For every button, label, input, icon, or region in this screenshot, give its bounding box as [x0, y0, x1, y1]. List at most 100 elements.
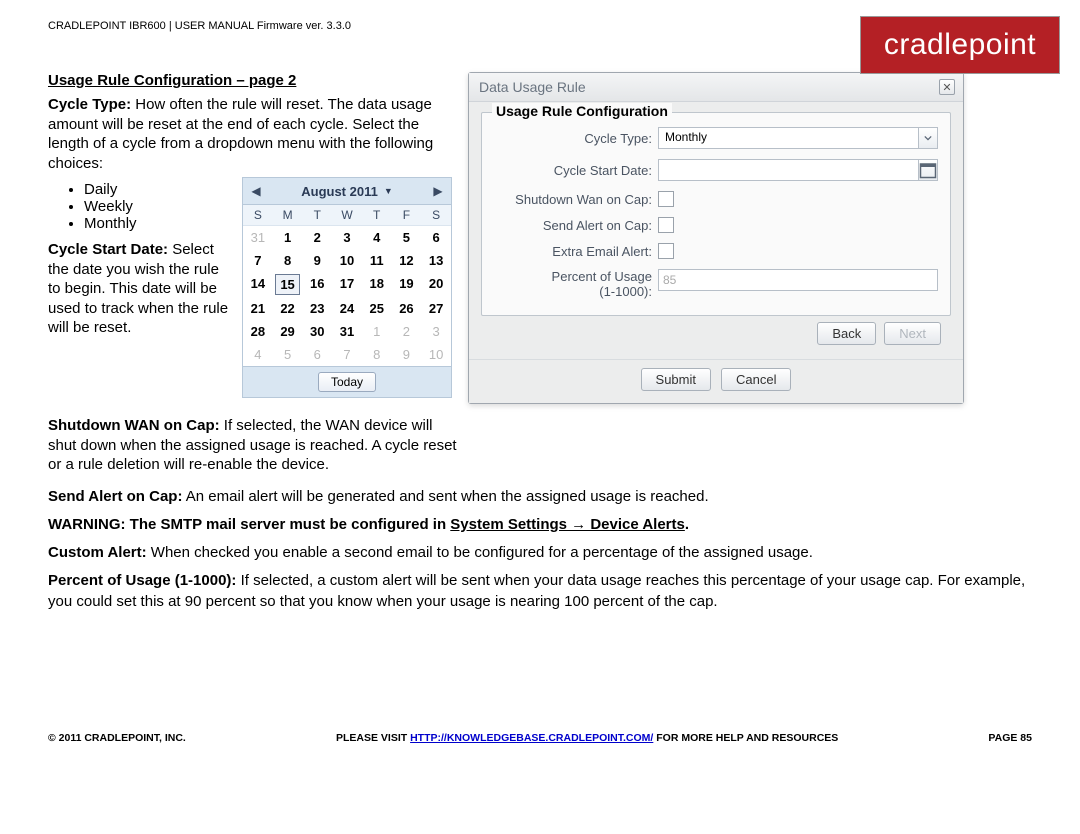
calendar-day[interactable]: 27: [421, 297, 451, 320]
calendar-day[interactable]: 22: [273, 297, 303, 320]
shutdown-field-label: Shutdown Wan on Cap:: [494, 192, 658, 207]
calendar-day[interactable]: 15: [273, 272, 303, 297]
calendar: ◀ August 2011 ▼ ▶ SMTWTFS311234567891011…: [242, 177, 452, 398]
cycle-start-date-input[interactable]: [658, 159, 938, 181]
calendar-day[interactable]: 30: [302, 320, 332, 343]
custom-alert-para: Custom Alert: When checked you enable a …: [48, 543, 1032, 563]
calendar-day[interactable]: 8: [273, 249, 303, 272]
calendar-day[interactable]: 11: [362, 249, 392, 272]
extra-email-checkbox[interactable]: [658, 243, 674, 259]
calendar-day[interactable]: 28: [243, 320, 273, 343]
warning-para: WARNING: The SMTP mail server must be co…: [48, 515, 1032, 535]
fieldset-legend: Usage Rule Configuration: [492, 103, 672, 119]
device-alerts-link[interactable]: System Settings → Device Alerts: [450, 516, 685, 533]
back-button[interactable]: Back: [817, 322, 876, 345]
next-month-icon[interactable]: ▶: [429, 184, 447, 198]
footer-left: © 2011 CRADLEPOINT, INC.: [48, 732, 186, 744]
kb-link[interactable]: HTTP://KNOWLEDGEBASE.CRADLEPOINT.COM/: [410, 732, 653, 744]
calendar-day[interactable]: 8: [362, 343, 392, 366]
calendar-day[interactable]: 9: [392, 343, 422, 366]
calendar-day[interactable]: 2: [392, 320, 422, 343]
calendar-day[interactable]: 1: [362, 320, 392, 343]
calendar-day[interactable]: 29: [273, 320, 303, 343]
cycle-type-select[interactable]: Monthly: [658, 127, 938, 149]
calendar-day[interactable]: 6: [302, 343, 332, 366]
calendar-dow: M: [273, 205, 303, 226]
calendar-day[interactable]: 23: [302, 297, 332, 320]
close-icon[interactable]: ✕: [939, 79, 955, 95]
calendar-day[interactable]: 3: [421, 320, 451, 343]
cycle-start-field-label: Cycle Start Date:: [494, 163, 658, 178]
cycle-type-label: Cycle Type:: [48, 96, 131, 113]
calendar-day[interactable]: 14: [243, 272, 273, 297]
calendar-day[interactable]: 31: [243, 226, 273, 249]
next-button[interactable]: Next: [884, 322, 941, 345]
bullet-weekly: Weekly: [84, 198, 234, 215]
calendar-dow: S: [421, 205, 451, 226]
dialog-titlebar: Data Usage Rule ✕: [469, 73, 963, 102]
send-alert-field-label: Send Alert on Cap:: [494, 218, 658, 233]
cycle-type-value: Monthly: [658, 127, 918, 149]
calendar-day[interactable]: 4: [243, 343, 273, 366]
warning-suffix: .: [685, 516, 689, 533]
calendar-day[interactable]: 9: [302, 249, 332, 272]
extra-email-field-label: Extra Email Alert:: [494, 244, 658, 259]
calendar-day[interactable]: 25: [362, 297, 392, 320]
pou-para: Percent of Usage (1-1000): If selected, …: [48, 571, 1032, 612]
calendar-day[interactable]: 10: [421, 343, 451, 366]
prev-month-icon[interactable]: ◀: [247, 184, 265, 198]
calendar-dow: T: [302, 205, 332, 226]
calendar-day[interactable]: 10: [332, 249, 362, 272]
shutdown-checkbox[interactable]: [658, 191, 674, 207]
calendar-day[interactable]: 19: [392, 272, 422, 297]
calendar-day[interactable]: 16: [302, 272, 332, 297]
usage-rule-fieldset: Usage Rule Configuration Cycle Type: Mon…: [481, 112, 951, 316]
calendar-day[interactable]: 2: [302, 226, 332, 249]
calendar-day[interactable]: 13: [421, 249, 451, 272]
custom-alert-label: Custom Alert:: [48, 544, 147, 561]
usage-rule-dialog: Data Usage Rule ✕ Usage Rule Configurati…: [468, 72, 964, 404]
calendar-dow: T: [362, 205, 392, 226]
calendar-icon[interactable]: [918, 159, 938, 181]
send-alert-label: Send Alert on Cap:: [48, 488, 182, 505]
section-title: Usage Rule Configuration – page 2: [48, 72, 458, 89]
calendar-day[interactable]: 7: [243, 249, 273, 272]
calendar-day[interactable]: 24: [332, 297, 362, 320]
cycle-bullets: Daily Weekly Monthly: [84, 181, 234, 232]
submit-button[interactable]: Submit: [641, 368, 711, 391]
send-alert-text: An email alert will be generated and sen…: [182, 488, 708, 505]
dialog-title: Data Usage Rule: [479, 79, 586, 95]
calendar-day[interactable]: 17: [332, 272, 362, 297]
calendar-day[interactable]: 5: [392, 226, 422, 249]
calendar-day[interactable]: 18: [362, 272, 392, 297]
custom-alert-text: When checked you enable a second email t…: [147, 544, 813, 561]
calendar-day[interactable]: 4: [362, 226, 392, 249]
shutdown-para: Shutdown WAN on Cap: If selected, the WA…: [48, 416, 458, 475]
send-alert-para: Send Alert on Cap: An email alert will b…: [48, 487, 1032, 507]
cycle-start-label: Cycle Start Date:: [48, 241, 168, 258]
calendar-title[interactable]: August 2011: [301, 184, 378, 199]
calendar-day[interactable]: 31: [332, 320, 362, 343]
calendar-day[interactable]: 20: [421, 272, 451, 297]
calendar-day[interactable]: 5: [273, 343, 303, 366]
cycle-type-field-label: Cycle Type:: [494, 131, 658, 146]
calendar-day[interactable]: 26: [392, 297, 422, 320]
bullet-monthly: Monthly: [84, 215, 234, 232]
send-alert-checkbox[interactable]: [658, 217, 674, 233]
calendar-day[interactable]: 1: [273, 226, 303, 249]
calendar-header: ◀ August 2011 ▼ ▶: [243, 178, 451, 205]
pou-input[interactable]: [658, 269, 938, 291]
page-footer: © 2011 CRADLEPOINT, INC. PLEASE VISIT HT…: [48, 732, 1032, 754]
chevron-down-icon[interactable]: [918, 127, 938, 149]
calendar-day[interactable]: 12: [392, 249, 422, 272]
calendar-day[interactable]: 21: [243, 297, 273, 320]
calendar-day[interactable]: 3: [332, 226, 362, 249]
brand-logo: cradlepoint: [860, 16, 1060, 74]
calendar-dow: W: [332, 205, 362, 226]
cycle-start-para: Cycle Start Date: Select the date you wi…: [48, 240, 234, 338]
calendar-day[interactable]: 6: [421, 226, 451, 249]
calendar-dropdown-icon[interactable]: ▼: [384, 186, 393, 196]
calendar-day[interactable]: 7: [332, 343, 362, 366]
cancel-button[interactable]: Cancel: [721, 368, 791, 391]
calendar-today-button[interactable]: Today: [318, 372, 376, 392]
